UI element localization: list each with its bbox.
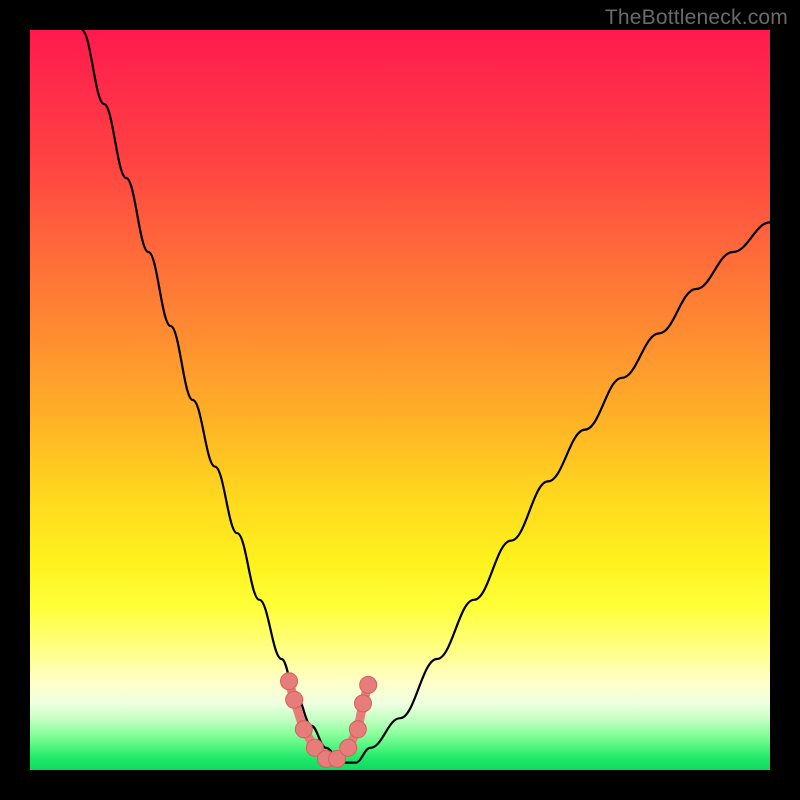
marker-dot [340,739,357,756]
chart-svg [30,30,770,770]
marker-dot [295,721,312,738]
marker-dot [355,695,372,712]
marker-dot [349,721,366,738]
marker-dot [281,673,298,690]
marker-dot [286,691,303,708]
plot-area [30,30,770,770]
outer-frame: TheBottleneck.com [0,0,800,800]
bottleneck-curve [82,30,770,763]
marker-dot [360,676,377,693]
watermark-text: TheBottleneck.com [605,6,788,30]
